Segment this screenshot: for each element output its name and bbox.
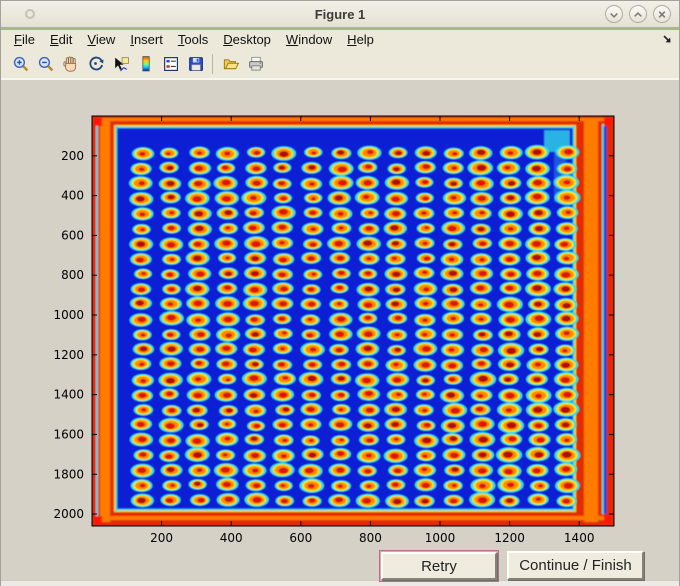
y-tick-label: 1800 xyxy=(53,467,84,481)
data-cursor-icon xyxy=(114,57,129,72)
pan-button[interactable] xyxy=(59,53,81,75)
y-tick-label: 400 xyxy=(61,189,84,203)
data-cursor-button[interactable] xyxy=(109,53,131,75)
x-tick-label: 400 xyxy=(220,531,243,545)
y-tick-label: 200 xyxy=(61,149,84,163)
menu-help[interactable]: Help xyxy=(347,32,374,47)
plate-image[interactable] xyxy=(92,116,614,526)
plot-axes[interactable]: 200 400 600 800 1000 1200 1400 200 400 600 800 1000… xyxy=(1,80,680,580)
dock-arrow-icon[interactable] xyxy=(661,33,673,45)
x-tick-label: 1400 xyxy=(564,531,595,545)
y-tick-label: 1600 xyxy=(53,427,84,441)
menu-file[interactable]: File xyxy=(14,32,35,47)
legend-icon xyxy=(163,57,178,71)
close-icon xyxy=(658,10,666,18)
menu-desktop[interactable]: Desktop xyxy=(223,32,271,47)
rotate-3d-icon xyxy=(88,56,103,71)
menubar: File Edit View Insert Tools Desktop Window Help xyxy=(1,30,679,49)
y-tick-label: 1200 xyxy=(53,348,84,362)
rotate-3d-button[interactable] xyxy=(84,53,106,75)
toolbar-separator xyxy=(212,53,213,74)
window-icon xyxy=(25,9,35,19)
window-title: Figure 1 xyxy=(314,6,366,22)
legend-button[interactable] xyxy=(159,53,181,75)
save-icon xyxy=(188,57,203,71)
titlebar[interactable]: Figure 1 xyxy=(1,1,679,27)
colorbar-button[interactable] xyxy=(134,53,156,75)
open-icon xyxy=(223,59,239,70)
toolbar xyxy=(1,49,679,78)
x-tick-label: 200 xyxy=(150,531,173,545)
menu-window[interactable]: Window xyxy=(286,32,332,47)
print-button[interactable] xyxy=(244,53,266,75)
maximize-button[interactable] xyxy=(629,5,647,23)
minimize-button[interactable] xyxy=(605,5,623,23)
menu-edit[interactable]: Edit xyxy=(50,32,72,47)
window-bottom-border xyxy=(1,580,679,586)
y-tick-label: 1000 xyxy=(53,308,84,322)
minimize-icon xyxy=(610,12,618,18)
maximize-icon xyxy=(634,11,642,17)
menu-view[interactable]: View xyxy=(87,32,115,47)
x-tick-label: 1000 xyxy=(425,531,456,545)
retry-button[interactable]: Retry xyxy=(381,552,497,580)
zoom-in-icon xyxy=(13,56,28,72)
zoom-out-icon xyxy=(38,56,53,72)
y-tick-label: 1400 xyxy=(53,388,84,402)
y-tick-label: 2000 xyxy=(53,507,84,521)
menu-tools[interactable]: Tools xyxy=(178,32,208,47)
figure-canvas[interactable]: 200 400 600 800 1000 1200 1400 200 400 600 800 1000… xyxy=(1,80,679,580)
y-tick-label: 800 xyxy=(61,268,84,282)
x-tick-label: 800 xyxy=(359,531,382,545)
colorbar-icon xyxy=(141,56,150,72)
menu-insert[interactable]: Insert xyxy=(130,32,163,47)
retry-button-focus-ring: Retry xyxy=(379,550,499,582)
window-controls xyxy=(605,5,671,23)
y-tick-label: 600 xyxy=(61,228,84,242)
zoom-out-button[interactable] xyxy=(34,53,56,75)
print-icon xyxy=(248,56,263,71)
x-tick-label: 1200 xyxy=(494,531,525,545)
zoom-in-button[interactable] xyxy=(9,53,31,75)
save-button[interactable] xyxy=(184,53,206,75)
pan-icon xyxy=(62,56,76,72)
close-button[interactable] xyxy=(653,5,671,23)
continue-finish-button[interactable]: Continue / Finish xyxy=(507,551,644,580)
menubar-items: File Edit View Insert Tools Desktop Window Help xyxy=(14,32,389,47)
figure-window: Figure 1 File Edit View Insert Tools Desktop W… xyxy=(0,0,680,586)
x-tick-label: 600 xyxy=(289,531,312,545)
open-button[interactable] xyxy=(219,53,241,75)
